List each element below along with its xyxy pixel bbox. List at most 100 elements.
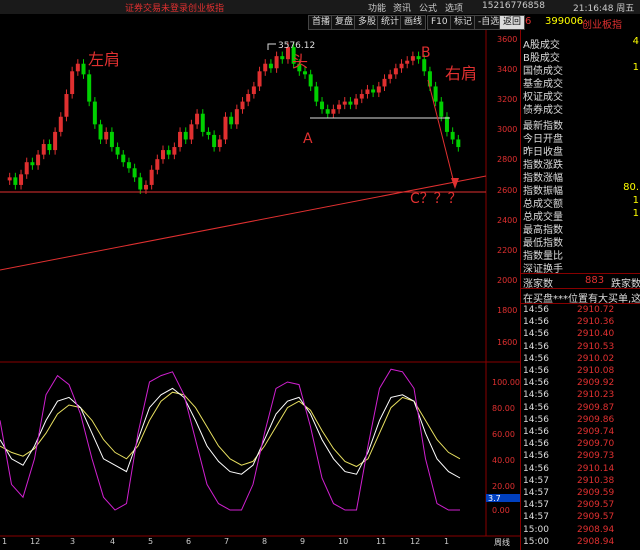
kline-chart[interactable] [0, 0, 520, 550]
candle-body [195, 113, 200, 125]
candle-body [229, 116, 234, 125]
tick-row[interactable]: 15:00 2908.94 [521, 537, 640, 550]
tick-price: 2908.94 [577, 536, 615, 547]
candle-body [104, 131, 109, 140]
tick-row[interactable]: 14:56 2910.08 [521, 366, 640, 379]
candle-body [87, 74, 92, 102]
market-row-value: 1 [632, 62, 639, 73]
candle-body [450, 131, 455, 140]
tick-time: 14:56 [523, 353, 549, 364]
candle-body [314, 86, 319, 102]
candle-body [212, 134, 217, 148]
candle-body [178, 131, 183, 148]
candle-body [280, 56, 285, 60]
tick-time: 14:57 [523, 488, 549, 498]
candle-body [444, 116, 449, 132]
tick-price: 2910.14 [577, 463, 615, 474]
index-row-value: 80. [623, 182, 639, 193]
date-tick: 12 [410, 537, 421, 546]
candle-body [149, 169, 154, 185]
candle-body [161, 150, 166, 160]
candle-body [92, 101, 97, 125]
candle-body [109, 131, 114, 148]
candle-body [427, 71, 432, 87]
tick-price: 2909.74 [577, 427, 615, 437]
tick-price: 2910.53 [577, 341, 615, 352]
tick-row[interactable]: 14:56 2909.70 [521, 439, 640, 452]
index-row-value: 1 [632, 195, 639, 206]
candle-body [138, 177, 143, 190]
tick-time: 14:57 [523, 500, 549, 511]
tick-row[interactable]: 14:57 2910.38 [521, 476, 640, 489]
tick-price: 2910.23 [577, 390, 615, 401]
date-tick: 9 [300, 537, 306, 546]
price-tick: 2200 [497, 246, 518, 255]
clock: 21:16:48 周五 [573, 4, 635, 14]
tick-row[interactable]: 14:56 2909.73 [521, 451, 640, 464]
tick-row[interactable]: 14:56 2910.02 [521, 354, 640, 367]
price-tick: 3200 [497, 95, 518, 104]
candle-body [416, 56, 421, 60]
tick-row[interactable]: 14:56 2910.23 [521, 390, 640, 403]
tick-row[interactable]: 14:56 2909.74 [521, 427, 640, 440]
candle-body [251, 86, 256, 95]
panel-divider [521, 303, 640, 304]
candle-body [155, 159, 160, 170]
tick-row[interactable]: 14:56 2909.92 [521, 378, 640, 391]
candle-body [325, 109, 330, 114]
tick-time: 14:56 [523, 451, 549, 462]
date-axis: 1 12 3 4 5 6 7 8 9 10 11 12 1 周线 [0, 537, 520, 550]
price-tick: 3600 [497, 35, 518, 44]
date-tick: 8 [262, 537, 268, 546]
candle-body [240, 101, 245, 110]
candle-body [223, 116, 228, 140]
candle-body [19, 174, 24, 185]
tick-row[interactable]: 14:56 2910.40 [521, 329, 640, 342]
tick-row[interactable]: 14:56 2909.86 [521, 415, 640, 428]
candle-body [172, 147, 177, 155]
tick-time: 14:56 [523, 329, 549, 340]
tick-row[interactable]: 14:57 2909.57 [521, 500, 640, 513]
price-tick: 2800 [497, 155, 518, 164]
tick-price: 2909.92 [577, 378, 615, 389]
date-tick: 12 [30, 537, 41, 546]
tick-row[interactable]: 14:56 2909.87 [521, 403, 640, 416]
candle-body [359, 94, 364, 99]
tick-time: 14:56 [523, 366, 549, 376]
candle-body [200, 113, 205, 132]
panel-divider [521, 273, 640, 274]
period-tab-weekly[interactable]: 周线 [494, 537, 510, 548]
candle-body [274, 56, 279, 69]
tick-row[interactable]: 14:56 2910.36 [521, 317, 640, 330]
tick-row[interactable]: 14:56 2910.53 [521, 342, 640, 355]
tick-price: 2908.94 [577, 524, 615, 535]
candle-body [166, 150, 171, 155]
tick-row[interactable]: 14:56 2910.72 [521, 305, 640, 318]
date-tick: 4 [110, 537, 116, 546]
candle-body [342, 101, 347, 105]
candle-body [348, 101, 353, 105]
tick-row[interactable]: 15:00 2908.94 [521, 525, 640, 538]
tick-price: 2910.08 [577, 366, 615, 376]
candle-body [433, 86, 438, 102]
index-row-value: 1 [632, 208, 639, 219]
candle-body [337, 104, 342, 110]
tick-price: 2909.59 [577, 488, 615, 498]
tick-time: 14:56 [523, 402, 549, 413]
tick-price: 2910.72 [577, 305, 615, 315]
candle-body [268, 63, 273, 69]
label-right-shoulder: 右肩 [445, 64, 478, 83]
tick-row[interactable]: 14:57 2909.59 [521, 488, 640, 501]
candle-body [439, 101, 444, 117]
osc-marker-label: 3.7 [488, 494, 501, 503]
price-tick: 1800 [497, 306, 518, 315]
tick-time: 14:56 [523, 427, 549, 437]
osc-tick: 20.00 [492, 482, 515, 491]
candle-body [388, 74, 393, 79]
tick-row[interactable]: 14:56 2910.14 [521, 464, 640, 477]
tick-row[interactable]: 14:57 2909.57 [521, 512, 640, 525]
label-left-shoulder: 左肩 [88, 50, 121, 69]
osc-tick: 40.00 [492, 456, 515, 465]
quote-panel: A股成交 4 B股成交 国债成交 1 基金成交 权证成交 债券成交 最新指数 今… [520, 30, 640, 550]
candle-body [308, 74, 313, 87]
